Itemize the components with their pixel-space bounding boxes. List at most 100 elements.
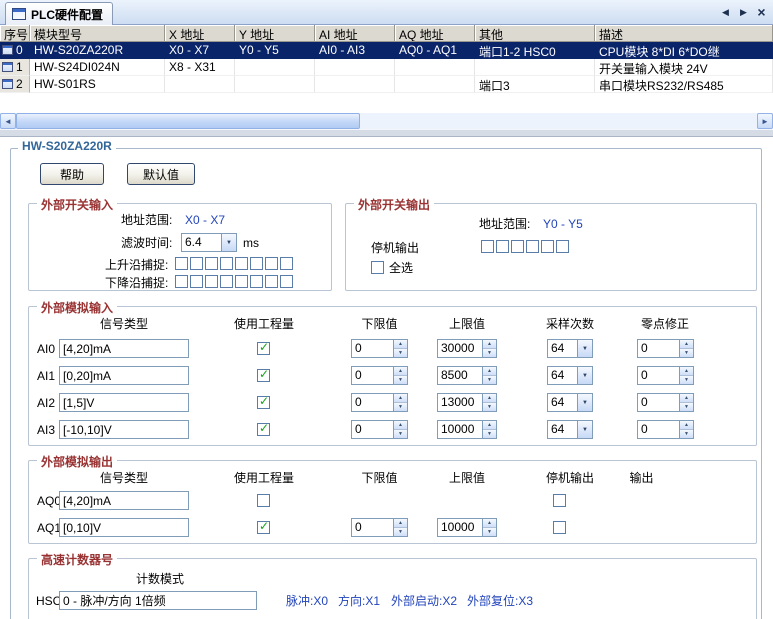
tab-plc-hardware-config[interactable]: PLC硬件配置: [5, 2, 113, 25]
use-engineering-checkbox[interactable]: [257, 396, 270, 409]
spin-up-icon[interactable]: ▲: [680, 367, 693, 375]
spin-up-icon[interactable]: ▲: [483, 340, 496, 348]
rise-capture-checkbox[interactable]: [280, 257, 293, 270]
col-header-x-addr[interactable]: X 地址: [165, 25, 235, 42]
spin-up-icon[interactable]: ▲: [680, 394, 693, 402]
stop-output-checkbox[interactable]: [541, 240, 554, 253]
use-engineering-checkbox[interactable]: [257, 342, 270, 355]
dropdown-arrow-icon[interactable]: ▼: [577, 394, 592, 411]
low-limit-spinner[interactable]: 0 ▲ ▼: [351, 393, 408, 412]
sample-count-combo[interactable]: 64 ▼: [547, 366, 593, 385]
stop-output-checkbox[interactable]: [481, 240, 494, 253]
col-header-y-addr[interactable]: Y 地址: [235, 25, 315, 42]
spin-down-icon[interactable]: ▼: [394, 348, 407, 357]
zero-offset-spinner[interactable]: 0 ▲ ▼: [637, 420, 694, 439]
rise-capture-checkbox[interactable]: [250, 257, 263, 270]
select-all-checkbox[interactable]: [371, 261, 384, 274]
sample-count-combo[interactable]: 64 ▼: [547, 393, 593, 412]
spin-up-icon[interactable]: ▲: [680, 421, 693, 429]
spin-down-icon[interactable]: ▼: [394, 375, 407, 384]
hsc-mode-input[interactable]: [59, 591, 257, 610]
rise-capture-checkbox[interactable]: [175, 257, 188, 270]
spin-up-icon[interactable]: ▲: [680, 340, 693, 348]
spin-down-icon[interactable]: ▼: [680, 429, 693, 438]
fall-capture-checkbox[interactable]: [220, 275, 233, 288]
zero-offset-spinner[interactable]: 0 ▲ ▼: [637, 339, 694, 358]
row-header[interactable]: 0: [0, 42, 30, 59]
stop-output-checkbox[interactable]: [556, 240, 569, 253]
stop-output-checkbox[interactable]: [553, 494, 566, 507]
row-header[interactable]: 1: [0, 59, 30, 76]
signal-type-input[interactable]: [59, 339, 189, 358]
spin-up-icon[interactable]: ▲: [394, 421, 407, 429]
spin-down-icon[interactable]: ▼: [680, 375, 693, 384]
col-header-ai-addr[interactable]: AI 地址: [315, 25, 395, 42]
spin-up-icon[interactable]: ▲: [394, 367, 407, 375]
fall-capture-checkbox[interactable]: [175, 275, 188, 288]
spin-down-icon[interactable]: ▼: [680, 348, 693, 357]
low-limit-spinner[interactable]: 0 ▲ ▼: [351, 366, 408, 385]
high-limit-spinner[interactable]: 10000 ▲ ▼: [437, 420, 497, 439]
rise-capture-checkbox[interactable]: [235, 257, 248, 270]
fall-capture-checkbox[interactable]: [235, 275, 248, 288]
zero-offset-spinner[interactable]: 0 ▲ ▼: [637, 393, 694, 412]
scrollbar-thumb[interactable]: [16, 113, 360, 129]
high-limit-spinner[interactable]: 13000 ▲ ▼: [437, 393, 497, 412]
table-row[interactable]: 1 HW-S24DI024N X8 - X31 开关量输入模块 24V: [0, 59, 773, 76]
table-row[interactable]: 0 HW-S20ZA220R X0 - X7 Y0 - Y5 AI0 - AI3…: [0, 42, 773, 59]
low-limit-spinner[interactable]: 0 ▲ ▼: [351, 420, 408, 439]
high-limit-spinner[interactable]: 10000 ▲ ▼: [437, 518, 497, 537]
high-limit-spinner[interactable]: 30000 ▲ ▼: [437, 339, 497, 358]
spin-up-icon[interactable]: ▲: [483, 367, 496, 375]
spin-down-icon[interactable]: ▼: [394, 429, 407, 438]
low-limit-spinner[interactable]: 0 ▲ ▼: [351, 339, 408, 358]
help-button[interactable]: 帮助: [40, 163, 104, 185]
spin-down-icon[interactable]: ▼: [483, 527, 496, 536]
col-header-model[interactable]: 模块型号: [30, 25, 165, 42]
zero-offset-spinner[interactable]: 0 ▲ ▼: [637, 366, 694, 385]
spin-up-icon[interactable]: ▲: [483, 421, 496, 429]
sample-count-combo[interactable]: 64 ▼: [547, 339, 593, 358]
spin-up-icon[interactable]: ▲: [394, 340, 407, 348]
scrollbar-right-arrow-icon[interactable]: ►: [757, 113, 773, 129]
col-header-index[interactable]: 序号: [0, 25, 30, 42]
sample-count-combo[interactable]: 64 ▼: [547, 420, 593, 439]
spin-down-icon[interactable]: ▼: [394, 402, 407, 411]
default-button[interactable]: 默认值: [127, 163, 195, 185]
low-limit-spinner[interactable]: 0 ▲ ▼: [351, 518, 408, 537]
fall-capture-checkbox[interactable]: [280, 275, 293, 288]
signal-type-input[interactable]: [59, 491, 189, 510]
spin-down-icon[interactable]: ▼: [483, 429, 496, 438]
spin-down-icon[interactable]: ▼: [483, 375, 496, 384]
signal-type-input[interactable]: [59, 366, 189, 385]
signal-type-input[interactable]: [59, 393, 189, 412]
stop-output-checkbox[interactable]: [511, 240, 524, 253]
spin-up-icon[interactable]: ▲: [483, 394, 496, 402]
spin-up-icon[interactable]: ▲: [394, 394, 407, 402]
splitter[interactable]: [0, 129, 773, 137]
spin-down-icon[interactable]: ▼: [483, 402, 496, 411]
signal-type-input[interactable]: [59, 518, 189, 537]
spin-up-icon[interactable]: ▲: [394, 519, 407, 527]
col-header-desc[interactable]: 描述: [595, 25, 773, 42]
dropdown-arrow-icon[interactable]: ▼: [577, 367, 592, 384]
stop-output-checkbox[interactable]: [553, 521, 566, 534]
table-row[interactable]: 2 HW-S01RS 端口3 串口模块RS232/RS485: [0, 76, 773, 93]
fall-capture-checkbox[interactable]: [250, 275, 263, 288]
horizontal-scrollbar[interactable]: ◄ ►: [0, 113, 773, 129]
high-limit-spinner[interactable]: 8500 ▲ ▼: [437, 366, 497, 385]
spin-down-icon[interactable]: ▼: [394, 527, 407, 536]
use-engineering-checkbox[interactable]: [257, 494, 270, 507]
use-engineering-checkbox[interactable]: [257, 369, 270, 382]
stop-output-checkbox[interactable]: [526, 240, 539, 253]
tab-scroll-right-icon[interactable]: ▶: [736, 4, 751, 20]
rise-capture-checkbox[interactable]: [205, 257, 218, 270]
fall-capture-checkbox[interactable]: [205, 275, 218, 288]
spin-down-icon[interactable]: ▼: [483, 348, 496, 357]
scrollbar-left-arrow-icon[interactable]: ◄: [0, 113, 16, 129]
col-header-aq-addr[interactable]: AQ 地址: [395, 25, 475, 42]
tab-close-icon[interactable]: ×: [754, 4, 769, 20]
fall-capture-checkbox[interactable]: [265, 275, 278, 288]
fall-capture-checkbox[interactable]: [190, 275, 203, 288]
row-header[interactable]: 2: [0, 76, 30, 93]
